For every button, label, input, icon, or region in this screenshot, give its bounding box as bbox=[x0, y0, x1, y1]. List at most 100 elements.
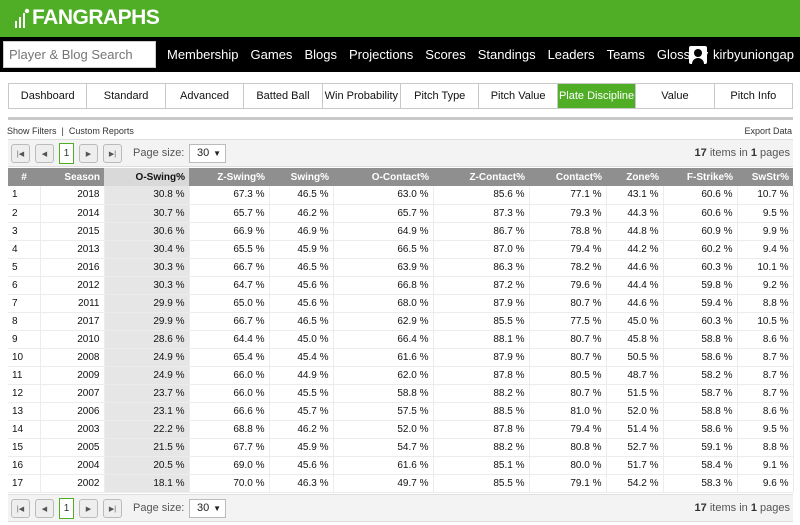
pager-info: 17 items in 1 pages bbox=[695, 502, 790, 514]
column-header-f-strike[interactable]: F-Strike% bbox=[663, 168, 737, 186]
column-header-contact[interactable]: Contact% bbox=[529, 168, 606, 186]
table-cell: 14 bbox=[8, 420, 41, 439]
table-cell: 66.5 % bbox=[333, 240, 434, 259]
table-cell: 60.9 % bbox=[663, 222, 738, 241]
table-cell: 79.4 % bbox=[529, 420, 607, 439]
tab-pitch-value[interactable]: Pitch Value bbox=[479, 84, 558, 108]
column-header-z-swing[interactable]: Z-Swing% bbox=[189, 168, 269, 186]
items-text: items in bbox=[709, 502, 748, 514]
tab-advanced[interactable]: Advanced bbox=[165, 84, 245, 108]
table-cell: 2007 bbox=[40, 384, 105, 403]
table-cell: 58.7 % bbox=[663, 384, 738, 403]
table-cell: 77.5 % bbox=[529, 312, 607, 331]
table-row: 11 2009 24.9 % 66.0 % 44.9 % 62.0 % 87.8 % 80.5… bbox=[8, 366, 794, 385]
column-header-season[interactable]: Season bbox=[40, 168, 104, 186]
custom-reports-link[interactable]: Custom Reports bbox=[69, 126, 134, 136]
plate-discipline-table: # Season O-Swing% Z-Swing% Swing% O-Cont… bbox=[8, 168, 794, 493]
table-cell: 2002 bbox=[40, 474, 105, 493]
table-cell: 51.4 % bbox=[606, 420, 664, 439]
last-page-icon[interactable]: ▶| bbox=[103, 144, 122, 163]
table-cell: 65.7 % bbox=[189, 204, 270, 223]
fangraphs-logo[interactable]: FANGRAPHS bbox=[14, 6, 160, 30]
column-header-swstr[interactable]: SwStr% bbox=[737, 168, 793, 186]
page-size-label: Page size: bbox=[133, 502, 185, 514]
chevron-down-icon: ▼ bbox=[213, 504, 221, 513]
table-cell: 46.2 % bbox=[269, 204, 334, 223]
table-cell: 23.7 % bbox=[104, 384, 190, 403]
tab-win-probability[interactable]: Win Probability bbox=[322, 84, 402, 108]
nav-link-scores[interactable]: Scores bbox=[419, 37, 471, 72]
column-header-swing[interactable]: Swing% bbox=[269, 168, 333, 186]
table-cell: 29.9 % bbox=[104, 294, 190, 313]
table-cell: 60.3 % bbox=[663, 258, 738, 277]
nav-link-membership[interactable]: Membership bbox=[161, 37, 245, 72]
next-page-icon[interactable]: ▶ bbox=[79, 144, 98, 163]
filter-links: Show Filters | Custom Reports bbox=[7, 126, 134, 136]
table-cell: 50.5 % bbox=[606, 348, 664, 367]
export-data-link[interactable]: Export Data bbox=[744, 126, 792, 136]
table-cell: 2003 bbox=[40, 420, 105, 439]
username[interactable]: kirbyuniongap bbox=[713, 47, 794, 62]
table-cell: 78.8 % bbox=[529, 222, 607, 241]
user-avatar-icon[interactable] bbox=[689, 45, 708, 64]
last-page-icon[interactable]: ▶| bbox=[103, 499, 122, 518]
first-page-icon[interactable]: |◀ bbox=[11, 499, 30, 518]
user-menu[interactable]: kirbyuniongap bbox=[689, 37, 794, 72]
nav-link-standings[interactable]: Standings bbox=[472, 37, 542, 72]
table-cell: 57.5 % bbox=[333, 402, 434, 421]
tab-standard[interactable]: Standard bbox=[87, 84, 166, 108]
table-row: 6 2012 30.3 % 64.7 % 45.6 % 66.8 % 87.2 % 79.6 … bbox=[8, 276, 794, 295]
table-cell: 8.7 % bbox=[737, 384, 794, 403]
table-cell: 80.7 % bbox=[529, 384, 607, 403]
prev-page-icon[interactable]: ◀ bbox=[35, 499, 54, 518]
table-cell: 46.5 % bbox=[269, 186, 334, 205]
nav-link-games[interactable]: Games bbox=[245, 37, 299, 72]
table-cell: 61.6 % bbox=[333, 348, 434, 367]
tab-batted-ball[interactable]: Batted Ball bbox=[244, 84, 323, 108]
column-header-rank[interactable]: # bbox=[8, 168, 40, 186]
nav-link-projections[interactable]: Projections bbox=[343, 37, 419, 72]
nav-link-leaders[interactable]: Leaders bbox=[542, 37, 601, 72]
nav-link-blogs[interactable]: Blogs bbox=[298, 37, 343, 72]
column-header-o-contact[interactable]: O-Contact% bbox=[333, 168, 433, 186]
table-cell: 62.9 % bbox=[333, 312, 434, 331]
table-cell: 3 bbox=[8, 222, 41, 241]
table-cell: 10.1 % bbox=[737, 258, 794, 277]
table-row: 7 2011 29.9 % 65.0 % 45.6 % 68.0 % 87.9 % 80.7 … bbox=[8, 294, 794, 313]
show-filters-link[interactable]: Show Filters bbox=[7, 126, 57, 136]
page-size-select[interactable]: 30 ▼ bbox=[189, 499, 226, 518]
pager-top: |◀ ◀ 1 ▶ ▶| Page size: 30 ▼ 17 items in … bbox=[8, 139, 793, 167]
column-header-o-swing[interactable]: O-Swing% bbox=[104, 168, 189, 186]
search-input[interactable] bbox=[3, 41, 156, 68]
table-cell: 45.4 % bbox=[269, 348, 334, 367]
table-cell: 9.5 % bbox=[737, 420, 794, 439]
table-cell: 58.8 % bbox=[663, 402, 738, 421]
tab-value[interactable]: Value bbox=[636, 84, 715, 108]
column-header-z-contact[interactable]: Z-Contact% bbox=[433, 168, 529, 186]
table-cell: 87.8 % bbox=[433, 420, 530, 439]
table-cell: 2013 bbox=[40, 240, 105, 259]
prev-page-icon[interactable]: ◀ bbox=[35, 144, 54, 163]
table-cell: 60.6 % bbox=[663, 204, 738, 223]
page-size-select[interactable]: 30 ▼ bbox=[189, 144, 226, 163]
table-cell: 85.5 % bbox=[433, 312, 530, 331]
table-cell: 87.0 % bbox=[433, 240, 530, 259]
page-size-value: 30 bbox=[197, 147, 210, 159]
tab-pitch-type[interactable]: Pitch Type bbox=[401, 84, 480, 108]
first-page-icon[interactable]: |◀ bbox=[11, 144, 30, 163]
table-cell: 54.7 % bbox=[333, 438, 434, 457]
table-cell: 54.2 % bbox=[606, 474, 664, 493]
current-page[interactable]: 1 bbox=[59, 498, 74, 519]
current-page[interactable]: 1 bbox=[59, 143, 74, 164]
table-cell: 2017 bbox=[40, 312, 105, 331]
table-header-row: # Season O-Swing% Z-Swing% Swing% O-Cont… bbox=[8, 168, 793, 186]
table-cell: 58.8 % bbox=[663, 330, 738, 349]
table-cell: 65.0 % bbox=[189, 294, 270, 313]
tab-dashboard[interactable]: Dashboard bbox=[9, 84, 88, 108]
column-header-zone[interactable]: Zone% bbox=[606, 168, 663, 186]
tab-pitch-info[interactable]: Pitch Info bbox=[714, 84, 793, 108]
table-cell: 79.4 % bbox=[529, 240, 607, 259]
tab-plate-discipline[interactable]: Plate Discipline bbox=[557, 84, 637, 108]
next-page-icon[interactable]: ▶ bbox=[79, 499, 98, 518]
nav-link-teams[interactable]: Teams bbox=[601, 37, 651, 72]
